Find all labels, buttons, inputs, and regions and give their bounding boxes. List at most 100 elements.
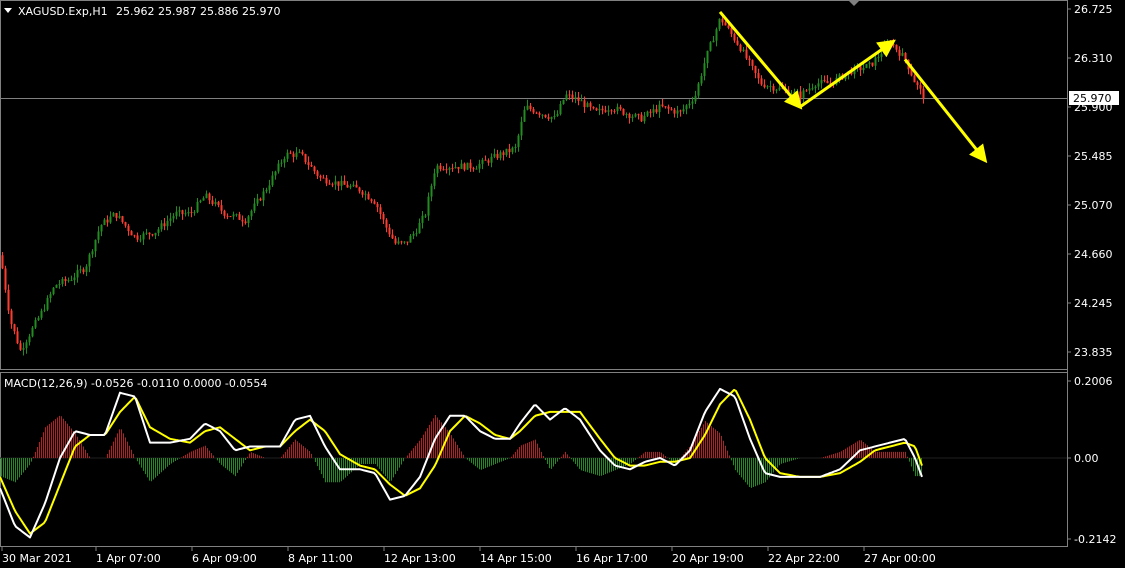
candle-body	[205, 193, 208, 199]
price-tick: 26.725	[1074, 3, 1113, 16]
candle-body	[52, 287, 55, 295]
candle-body	[226, 215, 229, 217]
candle-body	[718, 18, 721, 30]
candle-body	[862, 67, 865, 71]
candle-body	[559, 103, 562, 115]
candle-body	[667, 106, 670, 109]
candle-body	[7, 289, 10, 311]
candle-body	[25, 342, 28, 349]
candle-body	[529, 105, 532, 110]
symbol-title: XAGUSD.Exp,H1	[18, 5, 108, 18]
candle-body	[616, 106, 619, 112]
candle-body	[685, 105, 688, 110]
candle-body	[262, 191, 265, 201]
candle-body	[601, 108, 604, 111]
candle-body	[682, 109, 685, 112]
candle-body	[619, 106, 622, 109]
candle-body	[136, 235, 139, 240]
candle-body	[547, 117, 550, 119]
candle-body	[643, 115, 646, 122]
candle-body	[343, 180, 346, 185]
candle-body	[487, 160, 490, 163]
candle-body	[322, 177, 325, 179]
candle-body	[91, 251, 94, 255]
candle-body	[289, 152, 292, 154]
candle-body	[625, 113, 628, 115]
candle-body	[523, 109, 526, 122]
candle-body	[247, 216, 250, 224]
candle-body	[208, 193, 211, 201]
time-label: 14 Apr 15:00	[480, 552, 552, 565]
candle-body	[628, 113, 631, 118]
candle-body	[118, 216, 121, 218]
candle-body	[649, 111, 652, 113]
candle-body	[415, 233, 418, 235]
candle-body	[265, 189, 268, 192]
candle-body	[367, 193, 370, 200]
candle-body	[802, 90, 805, 98]
candle-body	[184, 213, 187, 215]
candle-body	[337, 181, 340, 186]
candle-body	[451, 168, 454, 170]
price-tick: 25.485	[1074, 150, 1113, 163]
candle-body	[610, 110, 613, 112]
candle-body	[250, 210, 253, 217]
candle-body	[514, 147, 517, 149]
candle-body	[589, 103, 592, 107]
macd-tick: 0.00	[1074, 452, 1099, 465]
candle-body	[607, 110, 610, 112]
candle-body	[475, 168, 478, 170]
candle-body	[478, 163, 481, 169]
candle-body	[901, 52, 904, 56]
candle-body	[715, 29, 718, 41]
candle-body	[460, 163, 463, 169]
trading-chart[interactable]: XAGUSD.Exp,H1 25.962 25.987 25.886 25.97…	[0, 0, 1125, 568]
candle-body	[490, 156, 493, 163]
candle-body	[148, 232, 151, 235]
candle-body	[874, 57, 877, 66]
candle-body	[823, 80, 826, 82]
candle-body	[505, 148, 508, 155]
time-label: 8 Apr 11:00	[288, 552, 353, 565]
candle-body	[646, 111, 649, 116]
candle-body	[472, 168, 475, 170]
candle-body	[280, 162, 283, 164]
chart-background	[0, 0, 1125, 568]
candle-body	[556, 114, 559, 116]
candle-body	[37, 317, 40, 321]
candle-body	[370, 199, 373, 202]
candle-body	[499, 152, 502, 159]
candle-body	[613, 110, 616, 112]
candle-body	[304, 153, 307, 163]
candle-body	[253, 203, 256, 211]
candle-body	[550, 117, 553, 119]
candle-body	[442, 169, 445, 171]
candle-body	[58, 283, 61, 285]
price-tick: 24.660	[1074, 248, 1113, 261]
candle-body	[220, 205, 223, 211]
candle-body	[1, 255, 4, 269]
candle-body	[73, 277, 76, 281]
candle-body	[535, 112, 538, 114]
candle-body	[199, 200, 202, 202]
candle-body	[688, 103, 691, 106]
candle-body	[481, 159, 484, 164]
candle-body	[520, 121, 523, 136]
candle-body	[412, 233, 415, 236]
candle-body	[172, 216, 175, 219]
candle-body	[430, 185, 433, 197]
candle-body	[805, 90, 808, 92]
candle-body	[43, 309, 46, 311]
candle-body	[793, 91, 796, 95]
candle-body	[97, 231, 100, 240]
macd-tick: -0.2142	[1074, 533, 1116, 546]
candle-body	[757, 73, 760, 79]
candle-body	[31, 327, 34, 337]
price-tick: 25.070	[1074, 199, 1113, 212]
candle-body	[76, 270, 79, 278]
candle-body	[94, 239, 97, 252]
candle-body	[64, 278, 67, 282]
candle-body	[820, 80, 823, 84]
candle-body	[154, 232, 157, 236]
candle-body	[595, 108, 598, 111]
